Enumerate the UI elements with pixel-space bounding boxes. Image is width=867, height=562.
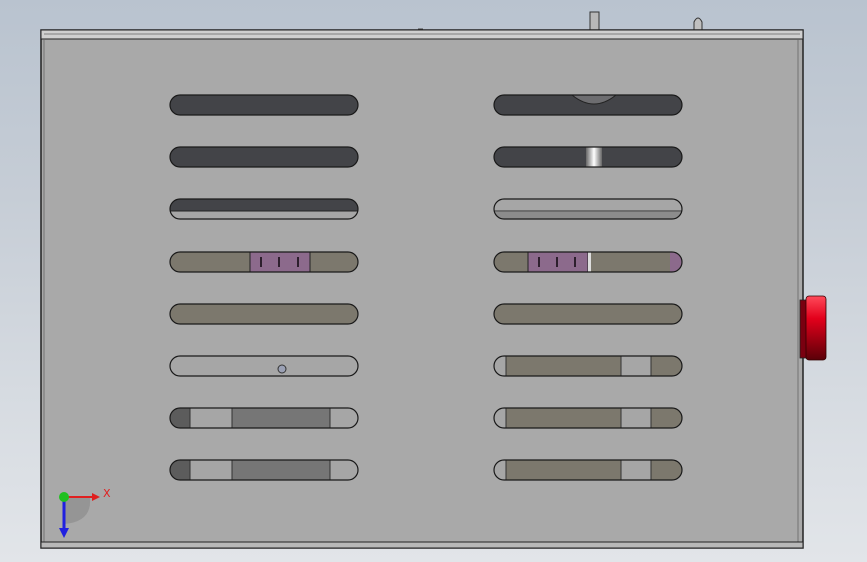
slot-gap [189,460,233,480]
slot-end-block [650,356,682,376]
slot-stripe [494,212,682,219]
slot-block [505,408,622,428]
slot-left-2 [169,146,359,168]
slot-left-5 [169,303,359,325]
top-pin-1 [589,11,600,33]
y-axis-dot [59,492,69,502]
slot-highlight [586,147,602,167]
purple-clip-tab [574,257,576,267]
purple-clip-tab [538,257,540,267]
knob-body [805,295,827,361]
cad-viewport[interactable]: X [0,0,867,562]
slot-base [494,304,682,324]
slot-left-1 [169,94,359,116]
slot-fill [170,95,358,115]
slot-base [170,304,358,324]
slot-fill [170,199,358,219]
slot-left-4 [169,251,359,273]
slot-right-8 [493,459,683,481]
purple-clip-tab [297,257,299,267]
slot-end-block [650,408,682,428]
slot-left-7 [169,407,359,429]
slot-block [231,460,331,480]
slot-base [170,95,358,115]
slot-right-2 [493,146,683,168]
slot-fill [494,147,682,167]
slot-fill [494,460,682,480]
top-rim [40,29,804,40]
slot-base [170,356,358,376]
x-axis-label: X [103,487,111,500]
slot-fill [494,199,682,219]
slot-fill [170,460,358,480]
red-knob[interactable] [799,295,827,361]
slot-fill [170,252,358,272]
slot-right-4 [493,251,683,273]
slot-block [505,460,622,480]
purple-clip-tab [556,257,558,267]
top-pin-2 [693,17,703,31]
slot-dot [277,364,287,374]
slot-fill [170,147,358,167]
slot-right-1 [493,94,683,116]
slot-fill [494,95,682,115]
bottom-rim [40,541,804,549]
slot-fill [170,304,358,324]
slot-stripe [170,211,358,219]
purple-clip-tab [278,257,280,267]
slot-fill [170,356,358,376]
slot-fill [494,304,682,324]
slot-right-5 [493,303,683,325]
slot-base [170,147,358,167]
slot-fill [170,408,358,428]
purple-clip-tab [260,257,262,267]
slot-fill [494,252,682,272]
slot-right-3 [493,198,683,220]
slot-left-3 [169,198,359,220]
slot-left-8 [169,459,359,481]
enclosure-panel [40,29,804,549]
clip-edge [588,252,591,272]
slot-right-7 [493,407,683,429]
slot-fill [494,356,682,376]
slot-block [505,356,622,376]
slot-right-6 [493,355,683,377]
slot-gap [189,408,233,428]
slot-block [231,408,331,428]
slot-end-block [650,460,682,480]
slot-left-6 [169,355,359,377]
slot-fill [494,408,682,428]
